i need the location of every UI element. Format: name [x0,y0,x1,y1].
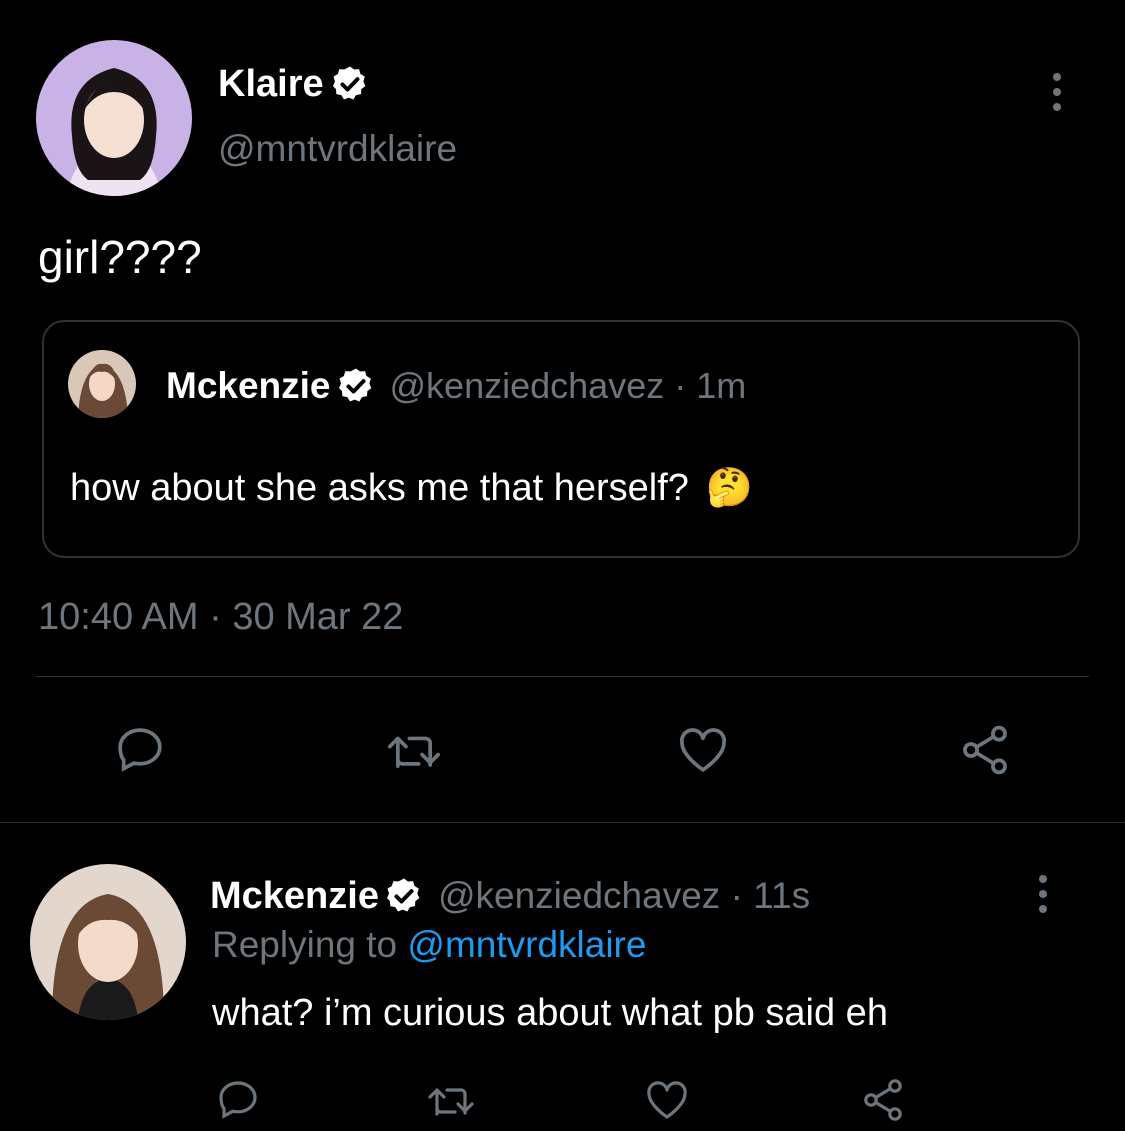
display-name[interactable]: Klaire [218,63,324,106]
verified-badge-icon [384,876,424,916]
retweet-icon[interactable] [424,1076,478,1124]
divider [0,822,1125,823]
divider [36,676,1089,677]
thinking-emoji: 🤔 [705,467,753,509]
quoted-handle-time[interactable]: @kenziedchavez · 1m [390,365,747,407]
verified-badge-icon [330,64,370,104]
quoted-display-name[interactable]: Mckenzie [166,365,331,407]
like-icon[interactable] [674,722,732,778]
tweet-text: girl???? [38,231,202,283]
tweet-timestamp[interactable]: 10:40 AM · 30 Mar 22 [38,596,403,639]
handle[interactable]: @mntvrdklaire [218,128,457,170]
replying-to-link[interactable]: @mntvrdklaire [407,924,646,965]
retweet-icon[interactable] [384,722,444,778]
share-icon[interactable] [858,1076,908,1124]
verified-badge-icon [336,366,376,406]
like-icon[interactable] [642,1076,692,1124]
avatar-klaire[interactable] [36,40,192,196]
avatar-mckenzie[interactable] [30,864,186,1020]
reply-icon[interactable] [214,1076,262,1124]
reply-handle-time[interactable]: @kenziedchavez · 11s [438,875,810,917]
reply-text: what? i’m curious about what pb said eh [212,992,888,1034]
reply-display-name[interactable]: Mckenzie [210,875,379,918]
avatar-mckenzie-small[interactable] [68,350,136,418]
reply-icon[interactable] [112,722,168,778]
quoted-tweet[interactable] [42,320,1080,558]
more-options-icon[interactable] [1039,875,1047,913]
replying-to-label: Replying to [212,924,398,965]
share-icon[interactable] [956,722,1014,778]
quoted-text: how about she asks me that herself? [70,467,689,509]
more-options-icon[interactable] [1053,73,1061,111]
